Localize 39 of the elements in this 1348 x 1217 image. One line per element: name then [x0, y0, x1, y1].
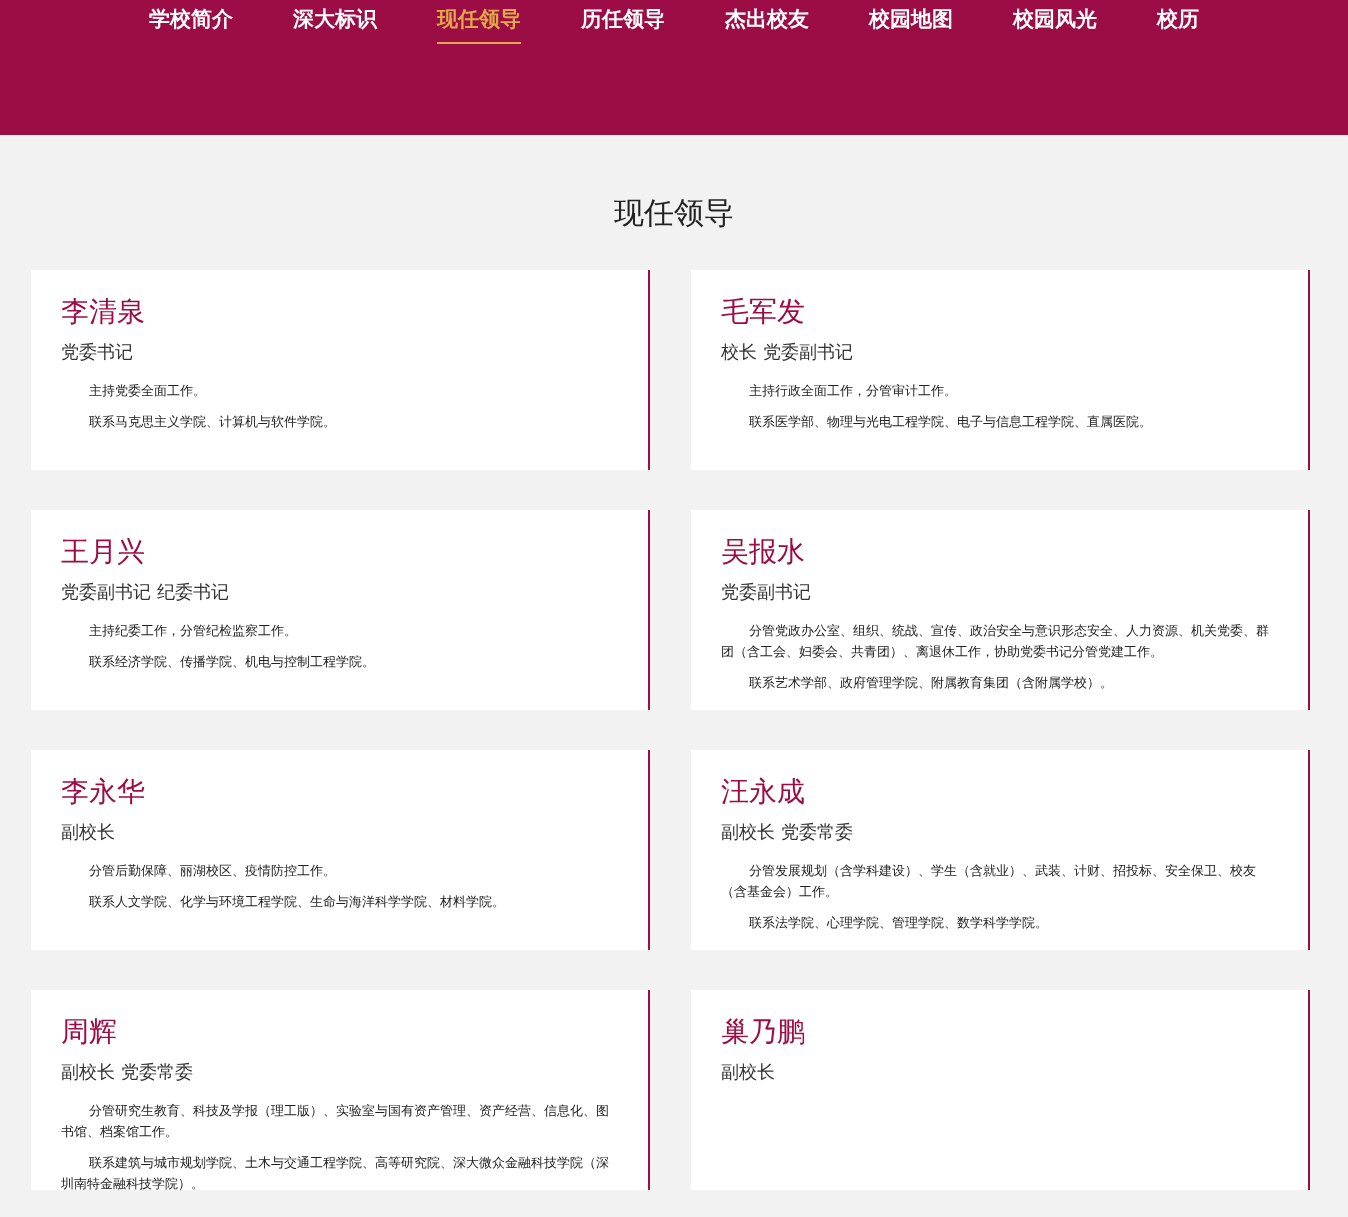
duty-text: 分管研究生教育、科技及学报（理工版）、实验室与国有资产管理、资产经营、信息化、图书馆、档案馆工作。 [61, 1102, 610, 1141]
duty-text: 联系人文学院、化学与环境工程学院、生命与海洋科学学院、材料学院。 [87, 893, 506, 911]
leader-position: 校长 党委副书记 [721, 340, 854, 364]
leader-position: 副校长 党委常委 [61, 1060, 194, 1084]
leader-name: 汪永成 [721, 774, 806, 810]
leader-name: 巢乃鹏 [721, 1014, 806, 1050]
duty-text: 主持纪委工作，分管纪检监察工作。 [87, 622, 298, 640]
duty-text: 分管后勤保障、丽湖校区、疫情防控工作。 [87, 862, 337, 880]
leader-name: 毛军发 [721, 294, 806, 330]
nav-tab[interactable]: 深大标识 [293, 0, 377, 44]
leader-position: 党委书记 [61, 340, 134, 364]
nav-tab[interactable]: 学校简介 [149, 0, 233, 44]
duty-text: 联系医学部、物理与光电工程学院、电子与信息工程学院、直属医院。 [747, 413, 1153, 431]
duty-text: 联系经济学院、传播学院、机电与控制工程学院。 [87, 653, 376, 671]
duty-text: 联系法学院、心理学院、管理学院、数学科学学院。 [747, 914, 1049, 932]
nav-tab[interactable]: 杰出校友 [725, 0, 809, 44]
leader-name: 吴报水 [721, 534, 806, 570]
duty-text: 分管发展规划（含学科建设）、学生（含就业）、武装、计财、招投标、安全保卫、校友（含基金会）工作。 [721, 862, 1257, 901]
leader-position: 副校长 [721, 1060, 776, 1084]
nav-tab[interactable]: 校园地图 [869, 0, 953, 44]
nav-tab[interactable]: 现任领导 [437, 0, 521, 44]
duty-text: 分管党政办公室、组织、统战、宣传、政治安全与意识形态安全、人力资源、机关党委、群团（含工会、妇委会、共青团）、离退休工作，协助党委书记分管党建工作。 [721, 622, 1270, 661]
leader-name: 李永华 [61, 774, 146, 810]
leader-position: 党委副书记 [721, 580, 812, 604]
leader-position: 党委副书记 纪委书记 [61, 580, 230, 604]
leader-name: 李清泉 [61, 294, 146, 330]
duty-text: 联系艺术学部、政府管理学院、附属教育集团（含附属学校）。 [747, 674, 1114, 692]
duty-text: 主持党委全面工作。 [87, 382, 207, 400]
leader-name: 王月兴 [61, 534, 146, 570]
leader-name: 周辉 [61, 1014, 118, 1050]
page-title: 现任领导 [613, 194, 735, 232]
duty-text: 联系马克思主义学院、计算机与软件学院。 [87, 413, 337, 431]
duty-text: 联系建筑与城市规划学院、土木与交通工程学院、高等研究院、深大微众金融科技学院（深圳南特金融科技学院）。 [61, 1154, 610, 1193]
leader-position: 副校长 党委常委 [721, 820, 854, 844]
nav-tab[interactable]: 校历 [1157, 0, 1199, 44]
leader-position: 副校长 [61, 820, 116, 844]
duty-text: 主持行政全面工作，分管审计工作。 [747, 382, 958, 400]
nav-tab[interactable]: 历任领导 [581, 0, 665, 44]
nav-tab[interactable]: 校园风光 [1013, 0, 1097, 44]
